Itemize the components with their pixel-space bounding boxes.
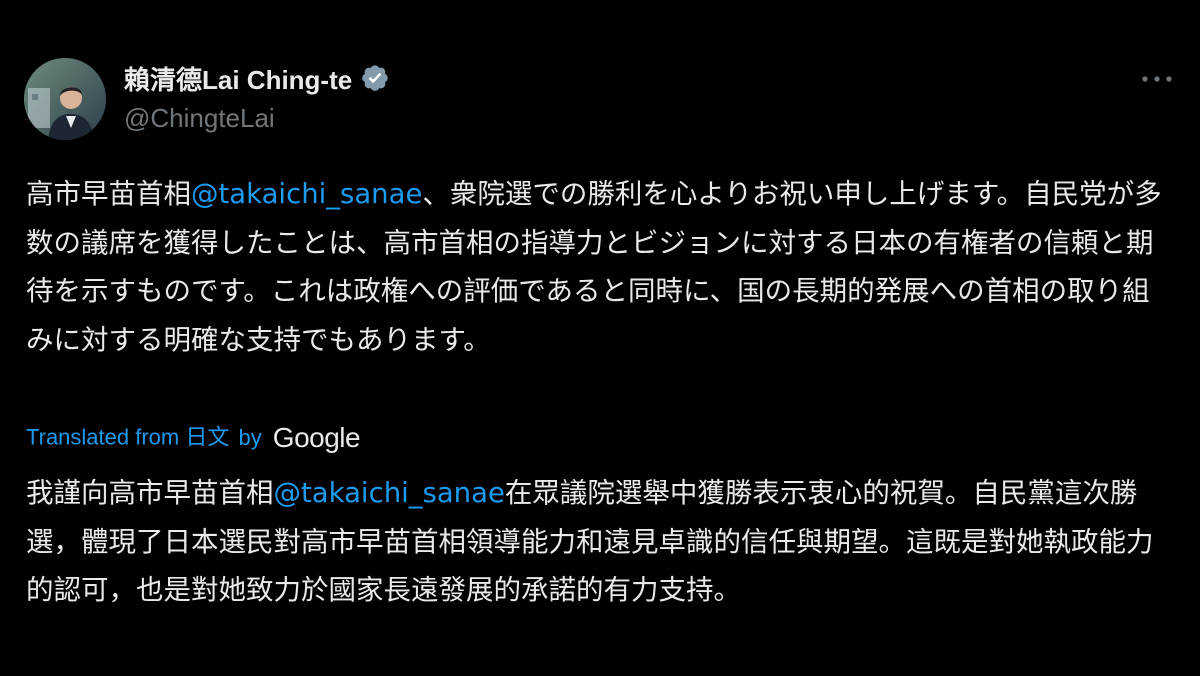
tweet-text-original: 高市早苗首相@takaichi_sanae、衆院選での勝利を心よりお祝い申し上げ… — [26, 170, 1176, 364]
translation-notice: Translated from 日文 by Google — [26, 419, 361, 455]
display-name-text: 賴清德Lai Ching-te — [124, 65, 353, 96]
translated-by-label: by — [238, 424, 262, 450]
more-options-icon[interactable] — [1132, 62, 1182, 96]
verified-badge-icon — [362, 65, 389, 91]
tweet: 賴清德Lai Ching-te @ChingteLai 高市早苗首相@takai… — [0, 0, 1200, 676]
google-logo: Google — [272, 421, 361, 453]
original-text-start: 高市早苗首相 — [26, 178, 191, 210]
mention-link[interactable]: @takaichi_sanae — [191, 178, 422, 210]
display-name[interactable]: 賴清德Lai Ching-te — [124, 58, 390, 100]
avatar[interactable] — [24, 58, 106, 140]
avatar-photo — [24, 58, 106, 140]
tweet-text-translation: 我謹向高市早苗首相@takaichi_sanae在眾議院選舉中獲勝表示衷心的祝賀… — [26, 469, 1176, 615]
mention-link-translation[interactable]: @takaichi_sanae — [274, 477, 505, 509]
user-handle[interactable]: @ChingteLai — [124, 100, 275, 136]
translated-from-link[interactable]: Translated from 日文 — [26, 425, 229, 450]
translation-text-start: 我謹向高市早苗首相 — [26, 477, 274, 509]
